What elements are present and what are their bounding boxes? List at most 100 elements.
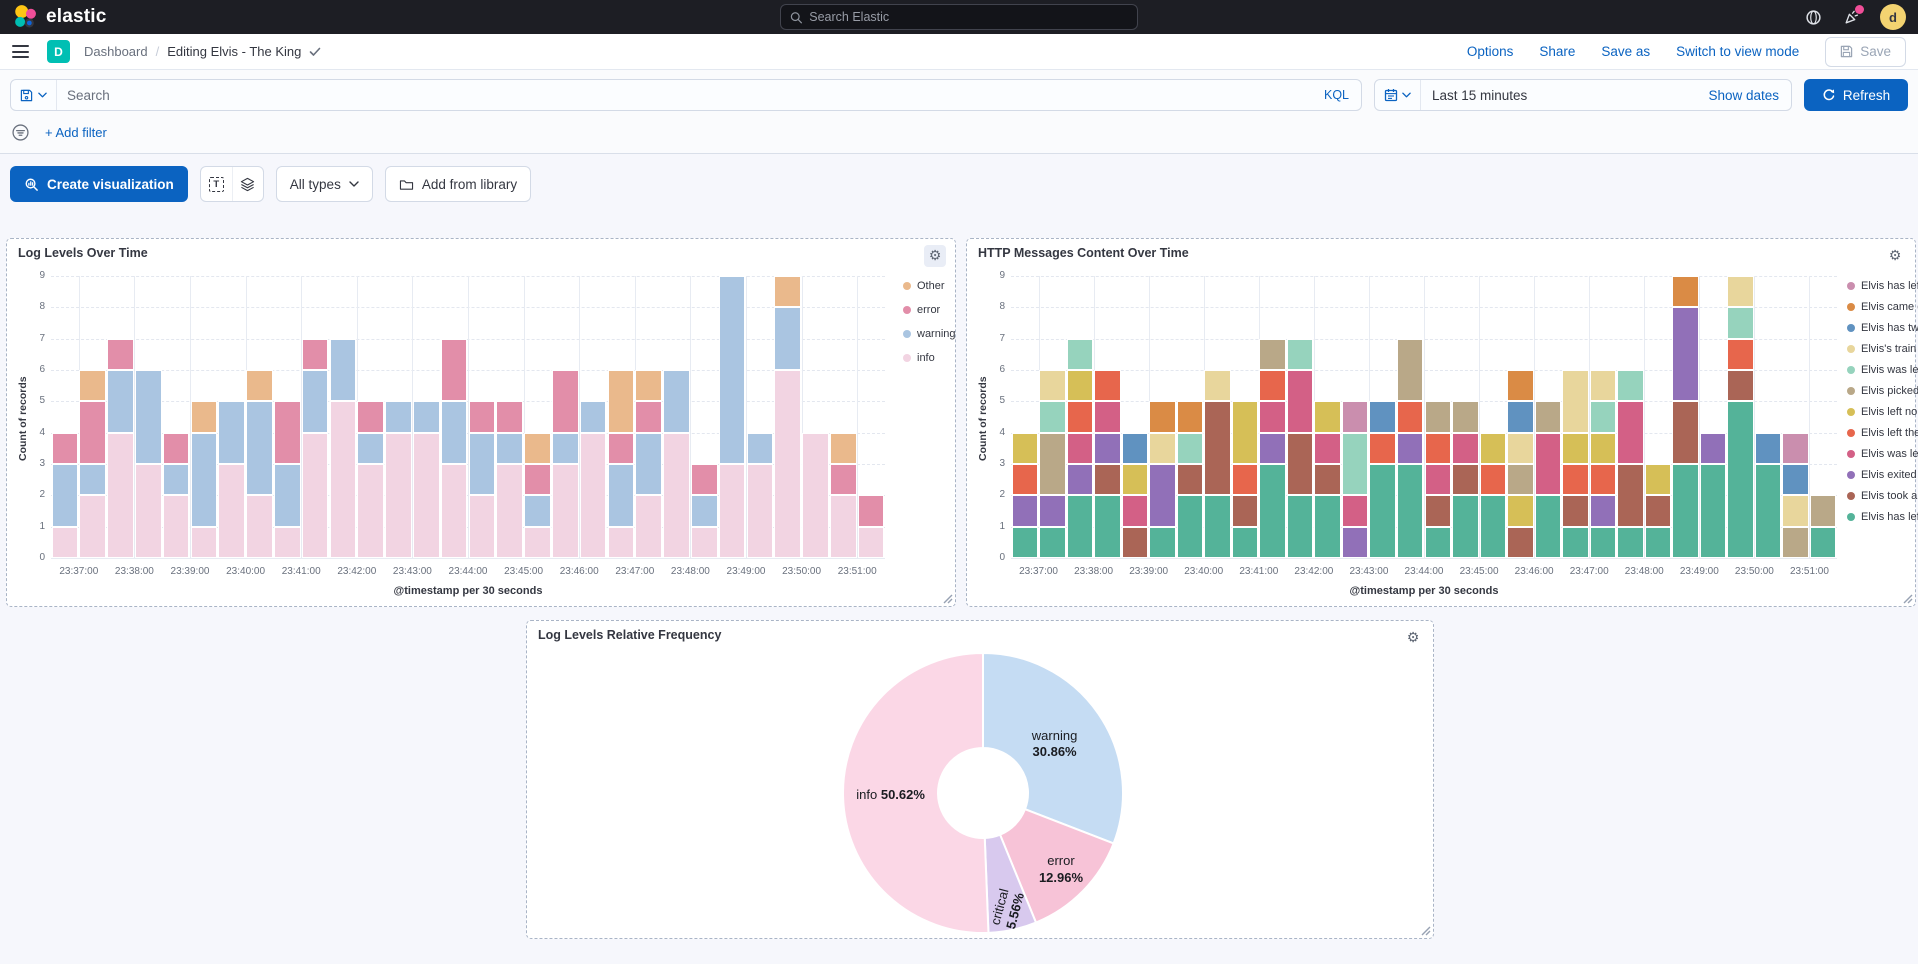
bar-23:50:30-Elvis picked up where he left...[interactable]: [1782, 527, 1809, 558]
bar-23:48:30-warning[interactable]: [719, 276, 746, 464]
bar-23:48:30-Elvis took a left turn.[interactable]: [1672, 401, 1699, 464]
bar-23:48:30-Elvis came out of left field.[interactable]: [1672, 276, 1699, 307]
filter-icon[interactable]: [12, 124, 29, 141]
bar-23:37:00-Elvis has left the building.[interactable]: [1039, 527, 1066, 558]
bar-23:45:00-info[interactable]: [524, 527, 551, 558]
legend-item[interactable]: Elvis was left out in the cold.: [1847, 364, 1918, 376]
bar-23:47:00-warning[interactable]: [635, 433, 662, 496]
bar-23:45:30-Elvis took a left turn.[interactable]: [1507, 527, 1534, 558]
bar-23:43:30-Elvis exited stage left.[interactable]: [1397, 433, 1424, 464]
bar-23:38:30-info[interactable]: [163, 495, 190, 558]
bar-23:43:30-error[interactable]: [441, 339, 468, 402]
bar-23:40:00-Elvis has left the building.[interactable]: [1204, 495, 1231, 558]
bar-23:46:30-Elvis has left the building.[interactable]: [1562, 527, 1589, 558]
bar-23:37:30-warning[interactable]: [107, 370, 134, 433]
bar-23:44:00-error[interactable]: [469, 401, 496, 432]
legend-item[interactable]: Elvis's train has left the stati...: [1847, 343, 1918, 355]
bar-23:47:00-Elvis left the cake out in the ...[interactable]: [1590, 464, 1617, 495]
bar-23:41:00-Elvis exited stage left.[interactable]: [1259, 433, 1286, 464]
switch-to-view-mode-button[interactable]: Switch to view mode: [1676, 44, 1799, 59]
bar-23:47:30-Elvis was left out in the cold.[interactable]: [1617, 370, 1644, 401]
bar-23:44:00-info[interactable]: [469, 495, 496, 558]
date-quick-menu-button[interactable]: [1375, 80, 1421, 110]
bar-23:41:30-warning[interactable]: [330, 339, 357, 402]
bar-23:44:00-Elvis has left the building.[interactable]: [1425, 527, 1452, 558]
bar-23:40:30-error[interactable]: [274, 401, 301, 464]
bar-23:37:00-info[interactable]: [79, 495, 106, 558]
bar-23:49:00-Elvis has left the building.[interactable]: [1700, 464, 1727, 558]
bar-23:41:00-info[interactable]: [302, 433, 329, 558]
bar-chart-log-levels[interactable]: 012345678923:37:0023:38:0023:39:0023:40:…: [7, 239, 955, 606]
bar-23:49:00-info[interactable]: [747, 464, 774, 558]
bar-23:38:00-Elvis was left holding the ba...[interactable]: [1094, 401, 1121, 432]
bar-23:49:30-Elvis took a left turn.[interactable]: [1727, 370, 1754, 401]
bar-23:50:00-Elvis has left the building.[interactable]: [1755, 464, 1782, 558]
bar-23:43:30-Elvis has left the building.[interactable]: [1397, 464, 1424, 558]
bar-23:38:00-Elvis exited stage left.[interactable]: [1094, 433, 1121, 464]
bar-23:41:00-Elvis left the cake out in the ...[interactable]: [1259, 370, 1286, 401]
bar-23:39:00-Elvis exited stage left.[interactable]: [1149, 464, 1176, 527]
kql-search-input[interactable]: [57, 88, 1312, 103]
bar-23:44:00-Elvis left the cake out in the ...[interactable]: [1425, 433, 1452, 464]
bar-23:45:00-Elvis left no stone unturned.[interactable]: [1480, 433, 1507, 464]
bar-23:45:00-Other[interactable]: [524, 433, 551, 464]
bar-23:36:30-error[interactable]: [52, 433, 79, 464]
share-button[interactable]: Share: [1539, 44, 1575, 59]
bar-23:39:00-warning[interactable]: [191, 433, 218, 527]
bar-23:40:30-Elvis took a left turn.[interactable]: [1232, 495, 1259, 526]
bar-23:44:00-Elvis took a left turn.[interactable]: [1425, 495, 1452, 526]
bar-23:39:00-Other[interactable]: [191, 401, 218, 432]
bar-23:43:30-warning[interactable]: [441, 401, 468, 464]
bar-23:47:00-Elvis left no stone unturned.[interactable]: [1590, 433, 1617, 464]
bar-23:45:30-Elvis has two left feet.[interactable]: [1507, 401, 1534, 432]
bar-23:40:30-info[interactable]: [274, 527, 301, 558]
bar-23:37:00-Elvis picked up where he left...[interactable]: [1039, 433, 1066, 496]
bar-23:37:00-Elvis's train has left the stati...[interactable]: [1039, 370, 1066, 401]
bar-23:42:30-warning[interactable]: [385, 401, 412, 432]
bar-23:51:00-error[interactable]: [858, 495, 885, 526]
legend-item[interactable]: Elvis has two left feet.: [1847, 322, 1918, 334]
options-button[interactable]: Options: [1467, 44, 1514, 59]
refresh-button[interactable]: Refresh: [1804, 79, 1908, 111]
legend-item[interactable]: Elvis picked up where he left...: [1847, 385, 1918, 397]
bar-23:38:30-Elvis has two left feet.[interactable]: [1122, 433, 1149, 464]
bar-23:44:30-Elvis picked up where he left...[interactable]: [1452, 401, 1479, 432]
legend-item[interactable]: Elvis came out of left field.: [1847, 301, 1918, 313]
bar-23:38:30-Elvis took a left turn.[interactable]: [1122, 527, 1149, 558]
bar-23:45:30-Elvis came out of left field.[interactable]: [1507, 370, 1534, 401]
bar-23:49:30-Elvis was left out in the cold.[interactable]: [1727, 307, 1754, 338]
bar-23:39:30-Elvis has left the building.[interactable]: [1177, 495, 1204, 558]
resize-handle-icon[interactable]: [1902, 593, 1913, 604]
bar-23:37:30-Elvis was left holding the ba...[interactable]: [1067, 433, 1094, 464]
elastic-logo[interactable]: elastic: [12, 4, 232, 30]
create-visualization-button[interactable]: Create visualization: [10, 166, 188, 202]
global-search[interactable]: [780, 4, 1138, 30]
resize-handle-icon[interactable]: [1420, 925, 1431, 936]
bar-23:49:30-info[interactable]: [774, 370, 801, 558]
bar-23:47:00-Elvis's train has left the stati...[interactable]: [1590, 370, 1617, 401]
bar-23:46:30-Elvis left no stone unturned.[interactable]: [1562, 433, 1589, 464]
bar-23:51:00-Elvis picked up where he left...[interactable]: [1810, 495, 1837, 526]
bar-23:42:30-info[interactable]: [385, 433, 412, 558]
newsfeed-icon[interactable]: [1842, 8, 1860, 26]
bar-23:39:30-Elvis was left out in the cold.[interactable]: [1177, 433, 1204, 464]
save-button[interactable]: Save: [1825, 37, 1906, 67]
bar-23:42:00-Elvis took a left turn.[interactable]: [1314, 464, 1341, 495]
bar-23:39:00-Elvis came out of left field.[interactable]: [1149, 401, 1176, 432]
bar-23:46:00-Elvis picked up where he left...[interactable]: [1535, 401, 1562, 432]
bar-23:44:30-Elvis took a left turn.[interactable]: [1452, 464, 1479, 495]
bar-23:43:30-Elvis picked up where he left...[interactable]: [1397, 339, 1424, 402]
saved-query-menu-button[interactable]: [11, 80, 57, 110]
bar-23:42:00-Elvis left no stone unturned.[interactable]: [1314, 401, 1341, 432]
bar-23:51:00-Elvis has left the building.[interactable]: [1810, 527, 1837, 558]
bar-23:36:30-Elvis exited stage left.[interactable]: [1012, 495, 1039, 526]
add-map-button[interactable]: [232, 167, 263, 201]
add-from-library-button[interactable]: Add from library: [385, 166, 531, 202]
bar-23:49:00-Elvis exited stage left.[interactable]: [1700, 433, 1727, 464]
bar-23:46:30-Other[interactable]: [608, 370, 635, 433]
bar-23:46:30-warning[interactable]: [608, 464, 635, 527]
bar-23:44:30-info[interactable]: [496, 464, 523, 558]
legend-item[interactable]: warning: [903, 328, 956, 340]
bar-23:47:00-Other[interactable]: [635, 370, 662, 401]
edit-title-check-icon[interactable]: [309, 47, 321, 57]
